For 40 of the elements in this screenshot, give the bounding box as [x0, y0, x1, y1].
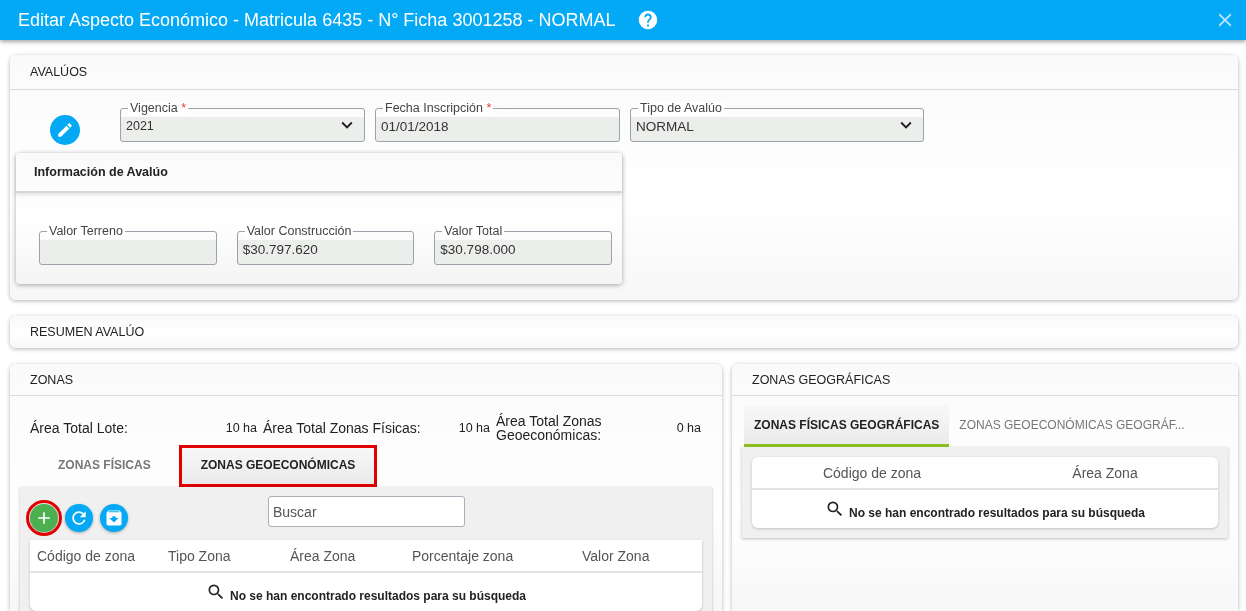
input-field[interactable]: Fecha Inscripción * 01/01/2018 — [375, 102, 620, 142]
help-icon — [637, 9, 660, 31]
tab[interactable]: ZONAS FÍSICAS GEOGRÁFICAS — [744, 405, 950, 447]
required-mark: * — [486, 101, 492, 115]
total-value: 10 ha — [224, 420, 258, 435]
empty-message: No se han encontrado resultados para su búsqueda — [229, 589, 527, 603]
column-header: Tipo Zona — [167, 547, 232, 564]
archive-button[interactable] — [100, 503, 128, 532]
column-header: Código de zona — [36, 547, 137, 564]
pencil-icon — [56, 121, 74, 139]
total-label: Área Total Lote: — [30, 420, 129, 435]
total-label: Área Total Zonas Geoeconómicas: — [496, 413, 603, 442]
tab[interactable]: ZONAS GEOECONÓMICAS — [178, 445, 378, 487]
required-mark: * — [181, 101, 187, 115]
window-title: Editar Aspecto Económico - Matricula 6435 - N° Ficha 3001258 - NORMAL — [18, 9, 616, 31]
column-header: Código de zona — [821, 464, 923, 481]
help-button[interactable] — [637, 9, 660, 31]
total-label: Área Total Zonas Físicas: — [263, 420, 422, 435]
column-header: Área Zona — [1071, 464, 1139, 481]
tab[interactable]: ZONAS GEOECONÓMICAS GEOGRÁF... — [949, 405, 1195, 447]
input-field[interactable]: Valor Total $30.798.000 — [434, 225, 612, 265]
input-field[interactable]: Valor Construcción $30.797.620 — [236, 225, 415, 265]
search-field[interactable]: Buscar — [268, 496, 465, 527]
column-header: Área Zona — [289, 547, 357, 564]
column-header: Porcentaje zona — [411, 547, 515, 564]
total-value: 10 ha — [457, 420, 491, 435]
column-header: Valor Zona — [581, 547, 651, 564]
input-field[interactable]: Valor Terreno — [39, 225, 217, 265]
edit-button[interactable] — [50, 115, 80, 145]
card-title: Información de Avalúo — [34, 165, 168, 179]
section-title: ZONAS — [30, 372, 74, 387]
section-title[interactable]: RESUMEN AVALÚO — [30, 325, 145, 339]
section-title: ZONAS GEOGRÁFICAS — [752, 372, 891, 387]
section-title: AVALÚOS — [30, 65, 88, 79]
empty-message: No se han encontrado resultados para su búsqueda — [848, 506, 1146, 520]
select-field[interactable]: Tipo de Avalúo NORMAL — [630, 102, 924, 142]
total-value: 0 ha — [675, 420, 702, 435]
refresh-button[interactable] — [65, 503, 93, 532]
tab[interactable]: ZONAS FÍSICAS — [36, 445, 173, 487]
select-field[interactable]: Vigencia * 2021 — [120, 102, 365, 142]
